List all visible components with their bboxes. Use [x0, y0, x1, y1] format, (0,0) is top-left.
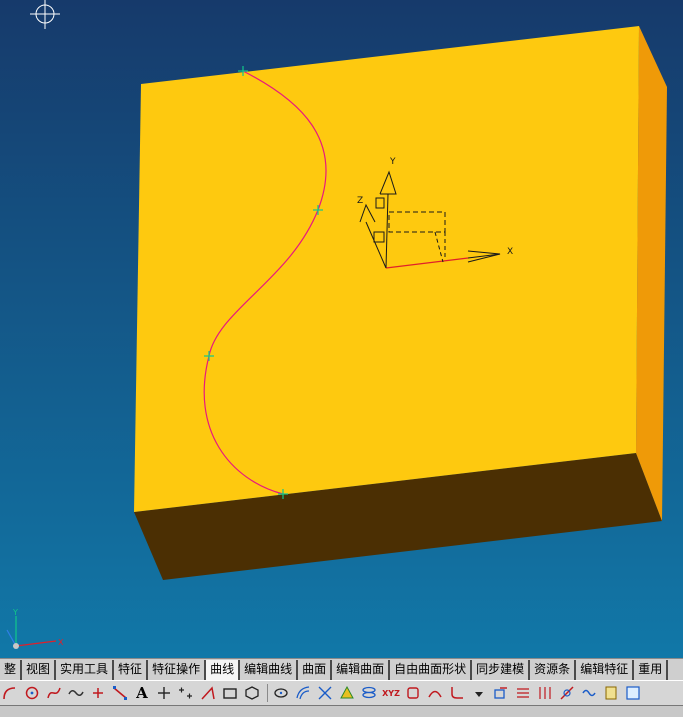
- text-icon[interactable]: A: [132, 683, 152, 703]
- helix-icon[interactable]: [359, 683, 379, 703]
- intersect-icon[interactable]: [315, 683, 335, 703]
- ellipse-icon[interactable]: [271, 683, 291, 703]
- xyz-label: XYZ: [382, 688, 400, 698]
- xyz-expression-icon[interactable]: XYZ: [381, 683, 401, 703]
- fillet-curve-icon[interactable]: [447, 683, 467, 703]
- trim-icon[interactable]: [557, 683, 577, 703]
- tab-reuse[interactable]: 重用: [634, 660, 669, 680]
- plus-icon[interactable]: [154, 683, 174, 703]
- triad-x-label: X: [58, 638, 64, 647]
- polygon-icon[interactable]: [242, 683, 262, 703]
- edit-length-icon[interactable]: [623, 683, 643, 703]
- csys-z-label: Z: [357, 196, 363, 206]
- tab-view[interactable]: 视图: [22, 660, 57, 680]
- rectangle-icon[interactable]: [220, 683, 240, 703]
- wave-icon[interactable]: [66, 683, 86, 703]
- join-icon[interactable]: [579, 683, 599, 703]
- ribbon-tab-bar: 整 视图 实用工具 特征 特征操作 曲线 编辑曲线 曲面 编辑曲面 自由曲面形状…: [0, 658, 683, 680]
- graphics-viewport[interactable]: Y Z X X Y: [0, 0, 683, 658]
- csys-x-label: X: [507, 247, 513, 257]
- line-icon[interactable]: [110, 683, 130, 703]
- edit-params-icon[interactable]: [601, 683, 621, 703]
- isoparametric-icon[interactable]: [535, 683, 555, 703]
- tab-edit-feature[interactable]: 编辑特征: [576, 660, 635, 680]
- dropdown-icon[interactable]: [469, 683, 489, 703]
- project-icon[interactable]: [337, 683, 357, 703]
- offset-curve-icon[interactable]: [293, 683, 313, 703]
- triad-y-label: Y: [12, 608, 18, 617]
- toolbar-separator: [267, 684, 268, 702]
- arc-icon[interactable]: [0, 683, 20, 703]
- corner-icon[interactable]: [198, 683, 218, 703]
- law-curve-icon[interactable]: [403, 683, 423, 703]
- tab-surface[interactable]: 曲面: [298, 660, 333, 680]
- tab-feature-operation[interactable]: 特征操作: [148, 660, 207, 680]
- tab-curve[interactable]: 曲线: [206, 660, 241, 680]
- csys-y-label: Y: [389, 157, 396, 167]
- section-icon[interactable]: [513, 683, 533, 703]
- tab-edit-curve[interactable]: 编辑曲线: [240, 660, 299, 680]
- extract-icon[interactable]: [491, 683, 511, 703]
- status-bar: [0, 705, 683, 717]
- tab-resource-bar[interactable]: 资源条: [530, 660, 577, 680]
- spline-icon[interactable]: [44, 683, 64, 703]
- bridge-icon[interactable]: [425, 683, 445, 703]
- circle-icon[interactable]: [22, 683, 42, 703]
- tab-edit-surface[interactable]: 编辑曲面: [332, 660, 391, 680]
- text-tool-label: A: [136, 684, 148, 702]
- tab-feature[interactable]: 特征: [114, 660, 149, 680]
- tab-freeform-shape[interactable]: 自由曲面形状: [390, 660, 473, 680]
- tab-utilities[interactable]: 实用工具: [56, 660, 115, 680]
- curve-toolbar: A XYZ: [0, 680, 683, 705]
- block-side-face[interactable]: [636, 26, 667, 521]
- point-icon[interactable]: [88, 683, 108, 703]
- tab-synchronous-modeling[interactable]: 同步建模: [472, 660, 531, 680]
- tab-partial-left[interactable]: 整: [0, 660, 23, 680]
- point-set-icon[interactable]: [176, 683, 196, 703]
- block-front-face[interactable]: [134, 26, 639, 512]
